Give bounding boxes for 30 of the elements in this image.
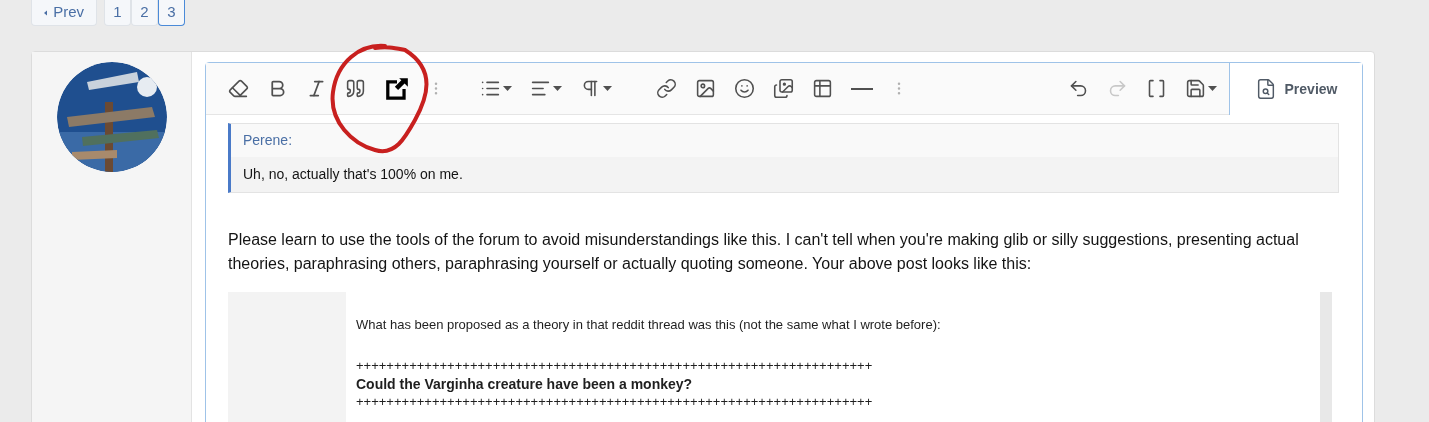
- caret-left-icon: [44, 8, 48, 17]
- save-icon: [1185, 78, 1206, 99]
- page-link[interactable]: 2: [131, 0, 158, 26]
- caret-icon: [603, 85, 612, 92]
- screenshot-text: What has been proposed as a theory in that reddit thread was this (not the same what I wrote before):: [356, 316, 942, 334]
- undo-icon: [1068, 78, 1089, 99]
- page-link[interactable]: 3: [158, 0, 185, 26]
- horizontal-line-icon: [851, 87, 873, 90]
- external-link-icon: [384, 75, 410, 102]
- plus-divider: ++++++++++++++++++++++++++++++++++++++++++++++++++++++++++++++++++++: [356, 392, 874, 411]
- quote-icon: [345, 78, 366, 99]
- post-body: Please learn to use the tools of the forum to avoid misunderstandings like this. I can't tell when you're making glib or silly suggestions, presenting actual theories, paraphrasing others, paraphrasing yourself or actually quoting someone. Your above post looks like this:: [228, 230, 1300, 274]
- quote-author: Perene:: [231, 124, 1338, 157]
- caret-icon: [503, 85, 512, 92]
- prev-button[interactable]: Prev: [31, 0, 97, 26]
- preview-tab[interactable]: Preview: [1229, 63, 1362, 115]
- page-link[interactable]: 1: [104, 0, 131, 26]
- caret-icon: [1208, 85, 1217, 92]
- quote-text: Uh, no, actually that's 100% on me.: [242, 165, 464, 184]
- screenshot-title: Could the Varginha creature have been a monkey?: [356, 374, 694, 393]
- eraser-icon: [228, 78, 249, 99]
- brackets-icon: [1146, 78, 1167, 99]
- link-icon: [656, 78, 677, 99]
- plus-divider: ++++++++++++++++++++++++++++++++++++++++++++++++++++++++++++++++++++: [356, 356, 874, 375]
- table-icon: [812, 78, 833, 99]
- redo-icon: [1107, 78, 1128, 99]
- gallery-icon: [773, 78, 794, 99]
- smiley-icon: [734, 78, 755, 99]
- image-icon: [695, 78, 716, 99]
- caret-icon: [553, 85, 562, 92]
